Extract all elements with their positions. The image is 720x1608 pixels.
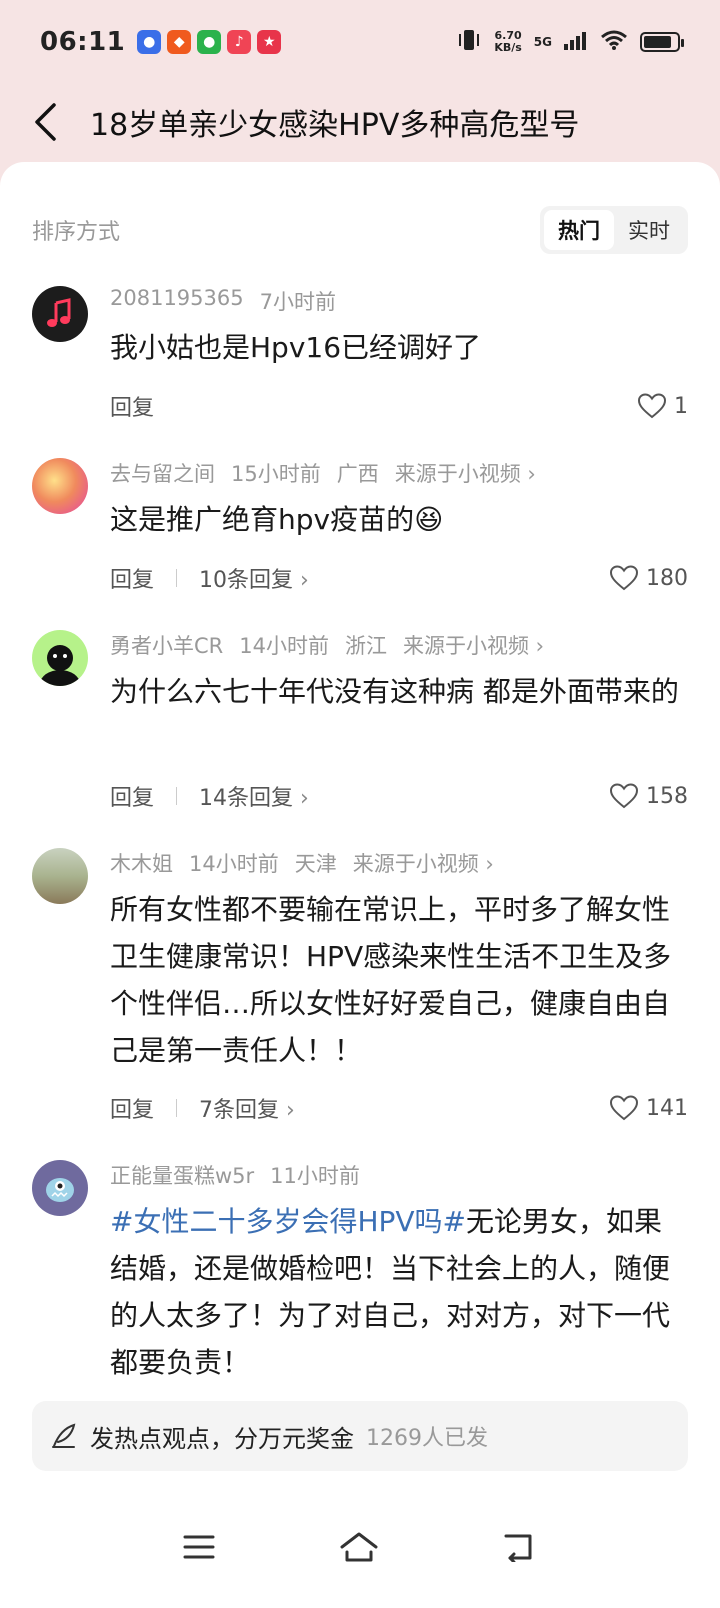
sort-tabs: 热门 实时 bbox=[540, 206, 688, 254]
comment-location: 天津 bbox=[294, 852, 337, 876]
reply-button[interactable]: 回复 bbox=[110, 562, 154, 594]
tiktok-icon: ♪ bbox=[227, 30, 252, 54]
chevron-left-icon bbox=[35, 103, 56, 141]
status-time: 06:11 bbox=[40, 27, 126, 57]
comment-time: 14小时前 bbox=[239, 634, 329, 658]
comment-text: 这是推广绝育hpv疫苗的😆 bbox=[110, 503, 444, 536]
menu-icon bbox=[183, 1535, 215, 1559]
avatar[interactable] bbox=[32, 630, 88, 686]
reply-button[interactable]: 回复 bbox=[110, 780, 154, 812]
divider bbox=[176, 1099, 178, 1117]
username[interactable]: 去与留之间 bbox=[110, 458, 215, 488]
wechat-icon: ● bbox=[197, 30, 222, 54]
like-count: 141 bbox=[646, 1095, 688, 1121]
reply-button[interactable]: 回复 bbox=[110, 390, 154, 422]
pen-icon bbox=[52, 1423, 76, 1448]
comment-text: 所有女性都不要输在常识上，平时多了解女性卫生健康常识！HPV感染来性生活不卫生及… bbox=[110, 893, 672, 1067]
tab-hot[interactable]: 热门 bbox=[544, 210, 614, 250]
home-button[interactable] bbox=[339, 1530, 379, 1568]
username[interactable]: 正能量蛋糕w5r bbox=[110, 1160, 254, 1190]
header: 18岁单亲少女感染HPV多种高危型号 bbox=[0, 84, 720, 160]
menu-button[interactable] bbox=[182, 1533, 216, 1565]
comment-text: 为什么六七十年代没有这种病 都是外面带来的 bbox=[110, 675, 679, 708]
like-button[interactable]: 180 bbox=[610, 565, 688, 591]
post-count: 1269人已发 bbox=[366, 1426, 488, 1451]
network-type: 5G bbox=[533, 35, 552, 49]
avatar[interactable] bbox=[32, 286, 88, 342]
comment-time: 7小时前 bbox=[259, 290, 336, 314]
game-app-icon: ★ bbox=[257, 30, 282, 54]
back-button[interactable] bbox=[0, 84, 90, 160]
battery-icon bbox=[640, 32, 684, 52]
comment-text: #女性二十多岁会得HPV吗#无论男女，如果结婚，还是做婚检吧！当下社会上的人，随… bbox=[110, 1198, 688, 1386]
username[interactable]: 木木姐 bbox=[110, 848, 173, 878]
heart-icon bbox=[610, 783, 638, 809]
wifi-icon bbox=[600, 29, 628, 55]
view-replies-button[interactable]: 7条回复 bbox=[199, 1092, 295, 1124]
divider bbox=[176, 787, 178, 805]
comment-time: 11小时前 bbox=[270, 1164, 360, 1188]
tab-latest[interactable]: 实时 bbox=[614, 210, 684, 250]
signal-icon bbox=[564, 30, 588, 54]
comment-text: 我小姑也是Hpv16已经调好了 bbox=[110, 331, 482, 364]
status-bar: 06:11 ● ◆ ● ♪ ★ 6.70 KB/s 5G bbox=[0, 0, 720, 84]
avatar[interactable] bbox=[32, 1160, 88, 1216]
like-count: 180 bbox=[646, 565, 688, 591]
like-count: 1 bbox=[674, 393, 688, 419]
shop-app-icon: ◆ bbox=[167, 30, 192, 54]
source-link[interactable]: 来源于小视频 bbox=[395, 458, 536, 488]
post-comment-bar[interactable]: 发热点观点，分万元奖金 1269人已发 bbox=[32, 1401, 688, 1471]
avatar[interactable] bbox=[32, 848, 88, 904]
monster-avatar-icon bbox=[46, 1178, 74, 1202]
notification-icons: ● ◆ ● ♪ ★ bbox=[137, 30, 282, 54]
username[interactable]: 勇者小羊CR bbox=[110, 630, 223, 660]
heart-icon bbox=[610, 565, 638, 591]
return-icon bbox=[504, 1534, 532, 1564]
cartoon-avatar-icon bbox=[40, 645, 80, 686]
home-icon bbox=[340, 1532, 378, 1562]
post-prompt-text: 发热点观点，分万元奖金 bbox=[90, 1424, 354, 1453]
heart-icon bbox=[610, 1095, 638, 1121]
reply-button[interactable]: 回复 bbox=[110, 1092, 154, 1124]
comment-location: 广西 bbox=[336, 462, 379, 486]
system-nav-bar bbox=[0, 1490, 720, 1608]
baidu-app-icon: ● bbox=[137, 30, 162, 54]
comment-time: 15小时前 bbox=[231, 462, 321, 486]
sort-row: 排序方式 热门 实时 bbox=[32, 206, 688, 254]
page-title: 18岁单亲少女感染HPV多种高危型号 bbox=[90, 108, 580, 143]
like-button[interactable]: 1 bbox=[638, 393, 688, 419]
sort-label: 排序方式 bbox=[32, 220, 121, 245]
source-link[interactable]: 来源于小视频 bbox=[353, 848, 494, 878]
avatar[interactable] bbox=[32, 458, 88, 514]
view-replies-button[interactable]: 10条回复 bbox=[199, 562, 309, 594]
divider bbox=[176, 569, 178, 587]
username[interactable]: 2081195365 bbox=[110, 286, 244, 316]
source-link[interactable]: 来源于小视频 bbox=[403, 630, 544, 660]
like-button[interactable]: 141 bbox=[610, 1095, 688, 1121]
topic-hashtag-link[interactable]: #女性二十多岁会得HPV吗# bbox=[110, 1205, 466, 1238]
heart-icon bbox=[638, 393, 666, 419]
comment-time: 14小时前 bbox=[189, 852, 279, 876]
vibrate-icon bbox=[456, 28, 482, 56]
net-speed: 6.70 KB/s bbox=[494, 29, 522, 54]
music-note-icon bbox=[47, 298, 71, 327]
back-nav-button[interactable] bbox=[502, 1532, 538, 1566]
view-replies-button[interactable]: 14条回复 bbox=[199, 780, 309, 812]
like-count: 158 bbox=[646, 783, 688, 809]
comment-location: 浙江 bbox=[345, 634, 387, 658]
like-button[interactable]: 158 bbox=[610, 783, 688, 809]
